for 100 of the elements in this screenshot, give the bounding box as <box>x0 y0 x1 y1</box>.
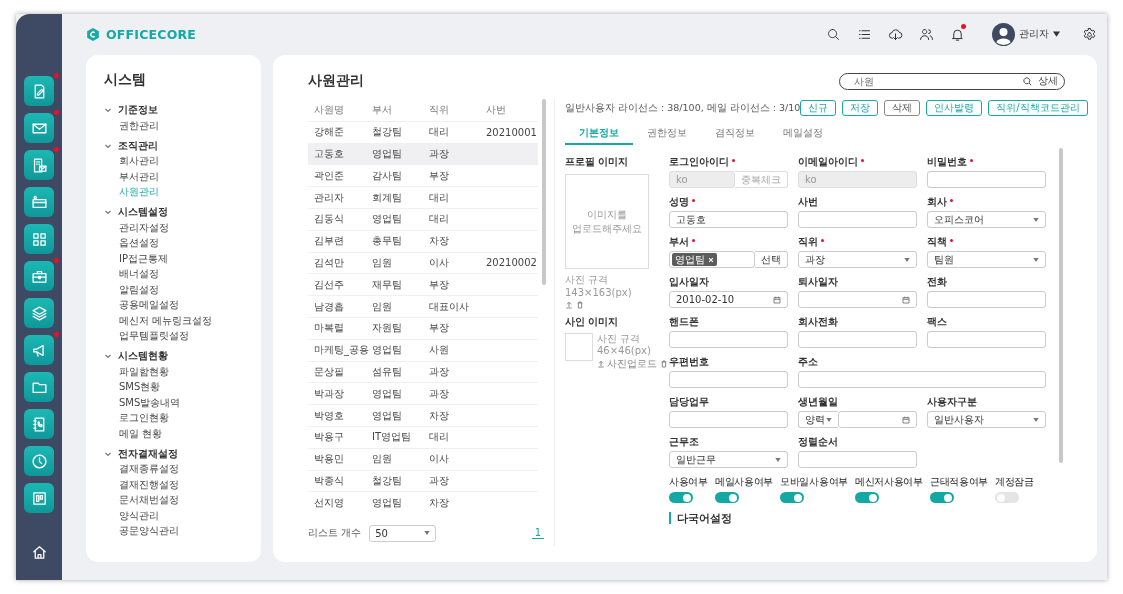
trash-icon[interactable] <box>660 360 668 368</box>
app-button[interactable] <box>24 224 54 254</box>
upload-link[interactable]: 사진업로드 <box>597 357 657 371</box>
tree-item[interactable]: SMS현황 <box>119 379 161 395</box>
user-menu[interactable]: 관리자 <box>992 22 1060 46</box>
app-button[interactable] <box>24 187 54 217</box>
logo-text: OFFICECORE <box>106 26 197 42</box>
tree-group[interactable]: 전자결재설정 <box>104 445 178 462</box>
tree-item[interactable]: 관리자설정 <box>119 220 169 236</box>
notification-dot <box>54 332 59 337</box>
tree-group[interactable]: 시스템설정 <box>104 204 168 220</box>
app-button[interactable] <box>24 335 54 365</box>
bell-icon <box>949 26 965 42</box>
tree-group[interactable]: 조직관리 <box>104 137 158 154</box>
app-button[interactable] <box>24 150 54 180</box>
table-row[interactable]: 고동호 영업팀 과장 <box>308 142 538 165</box>
app-button[interactable] <box>24 261 54 291</box>
app-button[interactable] <box>24 446 54 476</box>
toggle-switch[interactable] <box>714 492 739 503</box>
tab[interactable]: 겸직정보 <box>701 123 769 145</box>
action-button[interactable]: 삭제 <box>884 100 921 116</box>
input-field[interactable] <box>669 331 788 348</box>
app-button[interactable] <box>24 372 54 402</box>
tree-item[interactable]: 로그인현황 <box>119 410 169 426</box>
toggle-switch[interactable] <box>929 492 954 503</box>
caret-icon <box>1053 31 1060 37</box>
select-field[interactable]: 일반근무 <box>669 451 788 468</box>
table-cell-text: 부장 <box>428 321 450 336</box>
tab[interactable]: 메일설정 <box>769 123 837 145</box>
tag-field[interactable]: 영업팀 <box>669 251 755 268</box>
input-field[interactable] <box>798 331 917 348</box>
toggle-label: 메일사용여부 <box>714 475 773 489</box>
app-button[interactable] <box>24 113 54 143</box>
tree-item[interactable]: 배너설정 <box>119 266 159 282</box>
table-cell-text: 과장 <box>428 386 450 401</box>
input-field[interactable] <box>798 371 1046 388</box>
tree-item[interactable]: 옵션설정 <box>119 235 159 251</box>
app-button[interactable] <box>24 298 54 328</box>
input-field[interactable] <box>669 411 788 428</box>
detail-search-button[interactable]: 상세 <box>1038 74 1058 88</box>
tree-item[interactable]: IP접근통제 <box>119 251 168 267</box>
tree-item[interactable]: 메신저 메뉴링크설정 <box>119 313 213 329</box>
input-field[interactable] <box>927 291 1046 308</box>
toggle-switch[interactable] <box>669 492 693 503</box>
select-field[interactable]: 양력 <box>798 411 838 428</box>
field-label: 성명 <box>669 195 695 209</box>
input-field[interactable] <box>927 171 1046 188</box>
field-label: 전화 <box>927 275 947 289</box>
select-field[interactable]: 오피스코어 <box>927 211 1046 228</box>
app-button[interactable] <box>24 409 54 439</box>
tree-item[interactable]: 양식관리 <box>119 508 159 524</box>
input-field[interactable] <box>798 211 917 228</box>
tree-item[interactable]: 결재종류설정 <box>119 461 179 477</box>
tree-item[interactable]: 결재진행설정 <box>119 477 179 493</box>
tree-item[interactable]: 권한관리 <box>119 118 159 134</box>
toggle-switch[interactable] <box>854 492 879 503</box>
tree-item[interactable]: 회사관리 <box>119 153 159 169</box>
column-header: 부서 <box>371 102 393 117</box>
tree-group[interactable]: 시스템현황 <box>104 348 168 364</box>
input-field[interactable] <box>927 331 1046 348</box>
tree-item[interactable]: 파일함현황 <box>119 364 169 380</box>
tag-chip[interactable]: 영업팀 <box>672 253 717 266</box>
scrollbar[interactable] <box>1059 148 1063 463</box>
scrollbar[interactable] <box>542 99 546 285</box>
select-field[interactable]: 일반사용자 <box>927 411 1046 428</box>
select-field[interactable]: 팀원 <box>927 251 1046 268</box>
select-button[interactable]: 선택 <box>755 251 788 268</box>
trash-icon[interactable] <box>576 301 584 309</box>
cloud-download-icon <box>887 26 903 42</box>
input-field[interactable]: 고동호 <box>669 211 788 228</box>
toggle-switch[interactable] <box>780 492 804 503</box>
field-label: 회사전화 <box>798 315 838 329</box>
toggle-label: 근태적용여부 <box>929 475 989 489</box>
app-button[interactable] <box>24 76 54 106</box>
tree-item[interactable]: 공용메일설정 <box>119 297 179 313</box>
select-field[interactable]: 과장 <box>798 251 917 268</box>
input-field[interactable] <box>798 451 917 468</box>
upload-icon[interactable] <box>565 301 573 309</box>
tree-group[interactable]: 기준정보 <box>104 102 158 118</box>
tree-item[interactable]: 문서채번설정 <box>119 492 179 508</box>
tree-item[interactable]: 알림설정 <box>119 282 159 298</box>
page-size-select[interactable]: 50 <box>369 524 437 542</box>
tree-item[interactable]: 업무템플릿설정 <box>119 328 189 344</box>
app-button[interactable] <box>24 483 54 513</box>
notification-dot <box>54 73 59 78</box>
table-cell-text: 재무팀 <box>371 277 403 292</box>
table-cell-text: 자원팀 <box>371 321 403 336</box>
tab[interactable]: 권한정보 <box>633 123 701 145</box>
notification-dot <box>54 258 59 263</box>
tree-item[interactable]: 부서관리 <box>119 169 159 185</box>
tree-item[interactable]: 메일 현황 <box>119 426 163 442</box>
toggle-switch[interactable] <box>995 492 1020 503</box>
tree-item[interactable]: 공문양식관리 <box>119 523 179 539</box>
date-field[interactable] <box>838 411 917 428</box>
section-title: 다국어설정 <box>669 512 1049 524</box>
input-field[interactable] <box>669 371 788 388</box>
date-field[interactable] <box>798 291 917 308</box>
date-field[interactable]: 2010-02-10 <box>669 291 788 308</box>
field-label: 퇴사일자 <box>798 275 838 289</box>
tree-item[interactable]: SMS발송내역 <box>119 395 181 411</box>
